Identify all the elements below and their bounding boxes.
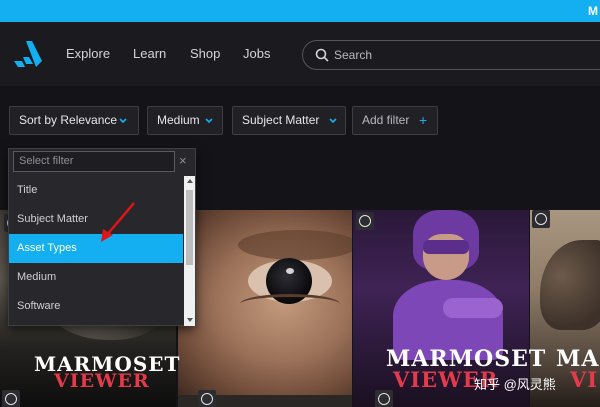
- sort-label: Sort by Relevance: [19, 113, 118, 127]
- view-badge-icon: [356, 212, 374, 230]
- view-badge-icon: [375, 390, 393, 407]
- scroll-down-icon: [187, 318, 193, 322]
- promo-strip[interactable]: M: [0, 0, 600, 22]
- medium-filter[interactable]: Medium: [147, 106, 223, 135]
- clear-icon[interactable]: ×: [179, 153, 187, 168]
- search-icon: [315, 48, 329, 62]
- chevron-down-icon: [119, 118, 127, 124]
- search-box[interactable]: Search: [302, 40, 600, 70]
- nav-shop[interactable]: Shop: [190, 46, 220, 61]
- artwork-tile-2[interactable]: [178, 210, 352, 395]
- nav-jobs[interactable]: Jobs: [243, 46, 270, 61]
- sort-dropdown[interactable]: Sort by Relevance: [9, 106, 139, 135]
- promo-text: M: [588, 4, 598, 18]
- nav-learn[interactable]: Learn: [133, 46, 166, 61]
- add-filter-label: Add filter: [362, 113, 410, 127]
- plus-icon: +: [419, 112, 428, 128]
- app-window: M Explore Learn Shop Jobs Search Sort by…: [0, 0, 600, 407]
- top-header: Explore Learn Shop Jobs Search: [0, 22, 600, 86]
- subject-matter-filter[interactable]: Subject Matter: [232, 106, 346, 135]
- filter-option-medium[interactable]: Medium: [9, 263, 183, 292]
- subject-matter-label: Subject Matter: [242, 113, 320, 127]
- add-filter-button[interactable]: Add filter +: [352, 106, 438, 135]
- select-filter-input[interactable]: Select filter: [13, 151, 175, 172]
- dropdown-scrollbar[interactable]: [184, 176, 195, 326]
- filter-bar: Sort by Relevance Medium Subject Matter …: [0, 86, 600, 152]
- view-badge-icon: [198, 390, 216, 407]
- nav-explore[interactable]: Explore: [66, 46, 110, 61]
- chevron-down-icon: [205, 118, 213, 124]
- chevron-down-icon: [329, 118, 337, 124]
- annotation-arrow-icon: [101, 202, 135, 242]
- watermark: 知乎 @风灵熊: [474, 377, 556, 392]
- view-badge-icon: [2, 390, 20, 407]
- filter-option-software[interactable]: Software: [9, 292, 183, 321]
- view-badge-icon: [532, 210, 550, 228]
- scroll-up-icon: [187, 179, 193, 183]
- brand-viewer-partial: VI: [570, 367, 599, 392]
- filter-options-list: Title Subject Matter Asset Types Medium …: [9, 176, 183, 326]
- scroll-thumb: [186, 190, 193, 265]
- medium-label: Medium: [157, 113, 200, 127]
- brand-viewer: VIEWER: [54, 370, 150, 392]
- artstation-logo[interactable]: [14, 41, 42, 67]
- search-input[interactable]: Search: [334, 48, 372, 62]
